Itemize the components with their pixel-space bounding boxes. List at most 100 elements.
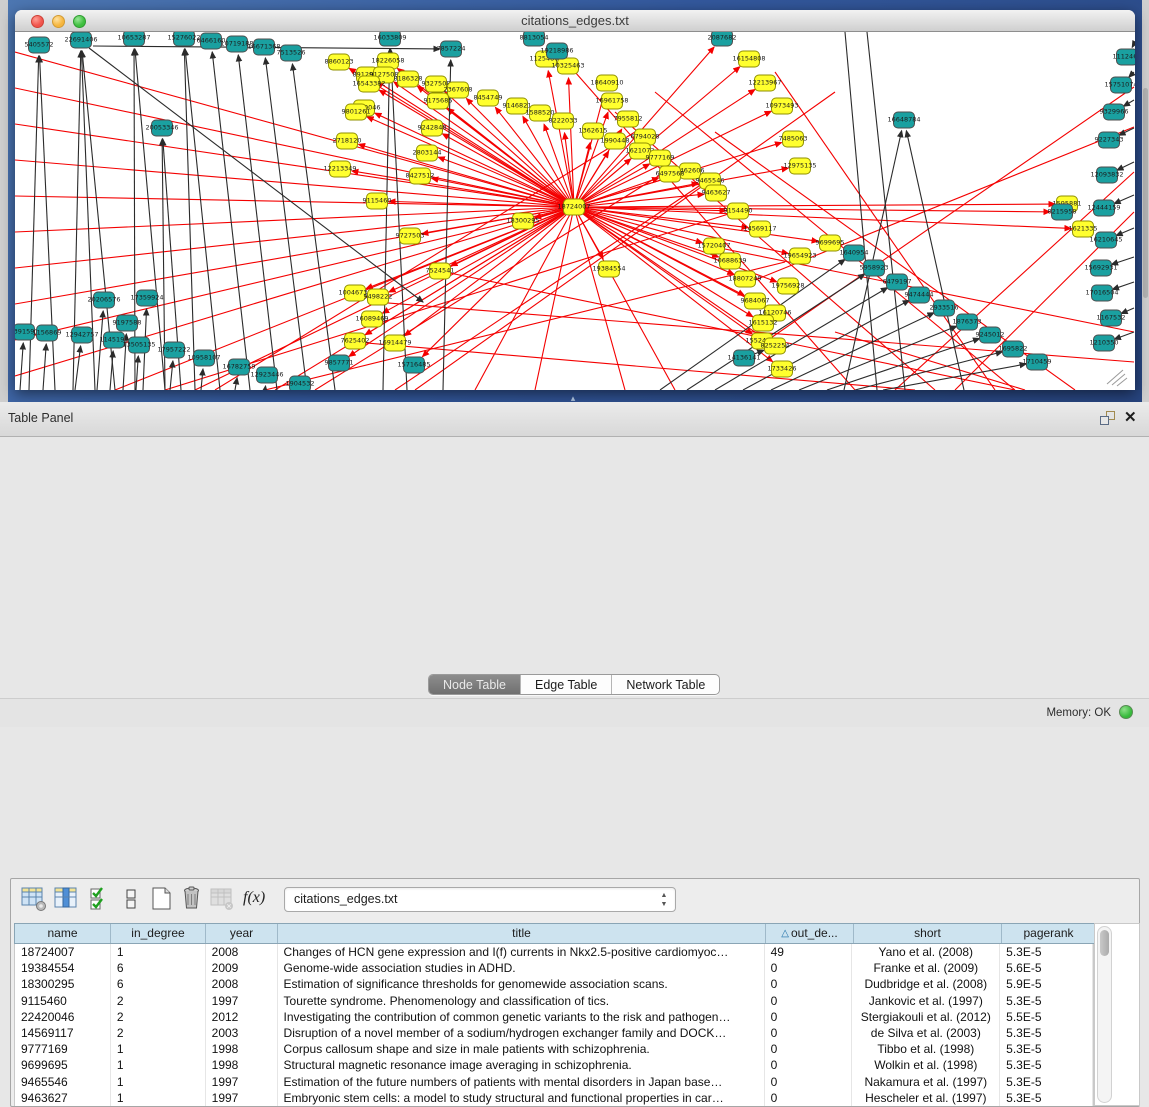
graph-node-9498222[interactable]: 9498222 (364, 289, 393, 305)
graph-node-6497568[interactable]: 6497568 (656, 166, 685, 182)
table-header-row[interactable]: namein_degreeyeartitle△out_de...shortpag… (14, 923, 1096, 944)
table-row[interactable]: 1830029562008Estimation of significance … (15, 976, 1093, 992)
table-row[interactable]: 1456911722003Disruption of a novel membe… (15, 1025, 1093, 1041)
graph-node-12942757[interactable]: 12942757 (65, 327, 98, 343)
scrollbar-thumb[interactable] (1100, 930, 1109, 956)
graph-node-5958923[interactable]: 5958923 (860, 260, 889, 276)
graph-node-9329966[interactable]: 9329966 (1100, 104, 1129, 120)
network-window-titlebar[interactable]: citations_edges.txt (15, 10, 1135, 32)
split-pane-grip[interactable]: ▴ (564, 394, 582, 402)
graph-node-16648784[interactable]: 16648784 (887, 112, 920, 128)
table-row[interactable]: 969969511998Structural magnetic resonanc… (15, 1057, 1093, 1073)
column-header-in-degree[interactable]: in_degree (111, 924, 206, 943)
table-row[interactable]: 2242004622012Investigating the contribut… (15, 1009, 1093, 1025)
graph-node-15716485[interactable]: 15716485 (397, 357, 430, 373)
graph-node-22691406[interactable]: 22691406 (64, 32, 97, 48)
graph-node-9115460[interactable]: 9115460 (363, 193, 392, 209)
tab-network-table[interactable]: Network Table (612, 675, 719, 694)
graph-node-18807249[interactable]: 18807249 (728, 271, 761, 287)
graph-node-1167532[interactable]: 1167532 (1097, 310, 1126, 326)
graph-node-15751074[interactable]: 15751074 (1104, 77, 1135, 93)
graph-node-12975135[interactable]: 12975135 (783, 158, 816, 174)
graph-node-9227343[interactable]: 9227343 (1095, 132, 1124, 148)
right-edge-scrollbar[interactable] (1143, 88, 1148, 298)
close-icon[interactable]: ✕ (1124, 408, 1137, 428)
delete-trash-icon[interactable] (178, 885, 205, 912)
graph-node-1112463[interactable]: 1112463 (1113, 49, 1135, 65)
graph-node-7857224[interactable]: 7857224 (437, 41, 466, 57)
column-header-name[interactable]: name (15, 924, 111, 943)
graph-node-2718120[interactable]: 2718120 (333, 133, 362, 149)
graph-node-17359924[interactable]: 17359924 (130, 290, 163, 306)
graph-node-10958107[interactable]: 10958107 (187, 350, 220, 366)
graph-node-9857771[interactable]: 9857771 (325, 355, 354, 371)
graph-node-9242848[interactable]: 9242848 (418, 120, 447, 136)
graph-node-7485063[interactable]: 7485063 (779, 131, 808, 147)
table-rows[interactable]: 1872400712008Changes of HCN gene express… (14, 944, 1094, 1106)
table-row[interactable]: 946362711997Embryonic stem cells: a mode… (15, 1090, 1093, 1106)
graph-node-14136141[interactable]: 14136141 (727, 350, 760, 366)
table-row[interactable]: 1872400712008Changes of HCN gene express… (15, 944, 1093, 960)
graph-node-12213349[interactable]: 12213349 (323, 161, 356, 177)
table-row[interactable]: 911546021997Tourette syndrome. Phenomeno… (15, 993, 1093, 1009)
graph-node-10688639[interactable]: 10688639 (713, 253, 746, 269)
graph-node-9154490[interactable]: 9154490 (724, 203, 753, 219)
graph-node-16089469[interactable]: 16089469 (355, 311, 388, 327)
graph-node-9777169[interactable]: 9777169 (646, 150, 675, 166)
graph-node-9245012[interactable]: 9245012 (976, 327, 1005, 343)
graph-node-1615132[interactable]: 1615132 (749, 315, 778, 331)
graph-node-16154808[interactable]: 16154808 (732, 51, 765, 67)
graph-node-6479197[interactable]: 6479197 (883, 274, 912, 290)
function-fx-icon[interactable]: f(x) (243, 889, 270, 916)
graph-node-9463627[interactable]: 9463627 (702, 185, 731, 201)
graph-node-8252254[interactable]: 8252254 (761, 338, 790, 354)
graph-node-1695822[interactable]: 1695822 (999, 341, 1028, 357)
table-row[interactable]: 977716911998Corpus callosum shape and si… (15, 1041, 1093, 1057)
graph-node-8860123[interactable]: 8860123 (325, 54, 354, 70)
graph-node-2933516[interactable]: 2933516 (930, 300, 959, 316)
graph-node-1640954[interactable]: 1640954 (840, 245, 869, 261)
table-settings-icon[interactable] (20, 885, 47, 912)
graph-node-7524541[interactable]: 7524541 (426, 263, 455, 279)
graph-node-9801261[interactable]: 9801261 (342, 104, 371, 120)
graph-node-1710459[interactable]: 1710459 (1023, 354, 1052, 370)
graph-node-12213967[interactable]: 12213967 (748, 75, 781, 91)
row-boxes-icon[interactable] (118, 885, 145, 912)
graph-node-8813054[interactable]: 8813054 (520, 32, 549, 46)
column-header-out-de-[interactable]: △out_de... (766, 924, 854, 943)
graph-node-7955812[interactable]: 7955812 (614, 111, 643, 127)
graph-node-1156869[interactable]: 1156869 (33, 325, 62, 341)
graph-node-5405572[interactable]: 5405572 (25, 37, 54, 53)
graph-node-20053346[interactable]: 20053346 (145, 120, 178, 136)
graph-node-9197588[interactable]: 9197588 (113, 315, 142, 331)
graph-node-9175685[interactable]: 9175685 (424, 93, 453, 109)
table-row[interactable]: 1938455462009Genome-wide association stu… (15, 960, 1093, 976)
graph-node-16210645[interactable]: 16210645 (1089, 232, 1122, 248)
graph-node-8222033[interactable]: 8222033 (549, 113, 578, 129)
table-selector-dropdown[interactable]: citations_edges.txt ▲▼ (284, 887, 676, 912)
graph-node-1210350[interactable]: 1210350 (1090, 335, 1119, 351)
graph-node-7513526[interactable]: 7513526 (277, 45, 306, 61)
column-header-title[interactable]: title (278, 924, 766, 943)
graph-node-8215958[interactable]: 8215958 (1048, 204, 1077, 220)
graph-node-7625402[interactable]: 7625402 (341, 333, 370, 349)
network-canvas[interactable]: 1872400788601238912955182260589127508818… (15, 32, 1135, 390)
graph-node-19384554[interactable]: 19384554 (592, 261, 625, 277)
tab-edge-table[interactable]: Edge Table (521, 675, 612, 694)
graph-node-20206576[interactable]: 20206576 (87, 292, 120, 308)
graph-node-8186328[interactable]: 8186328 (394, 71, 423, 87)
delete-table-icon-disabled[interactable] (208, 885, 235, 912)
network-window[interactable]: citations_edges.txt 18724007886012389129… (15, 10, 1135, 390)
column-header-year[interactable]: year (206, 924, 278, 943)
select-all-check-icon[interactable] (86, 885, 113, 912)
float-window-icon[interactable] (1100, 411, 1117, 427)
new-file-icon[interactable] (148, 885, 175, 912)
graph-node-9474444[interactable]: 9474444 (905, 287, 934, 303)
column-header-short[interactable]: short (854, 924, 1002, 943)
graph-node-8454749[interactable]: 8454749 (474, 90, 503, 106)
vertical-scrollbar[interactable] (1097, 926, 1112, 1103)
graph-node-15692931[interactable]: 15692931 (1084, 260, 1117, 276)
graph-node-17016504[interactable]: 17016504 (1085, 285, 1118, 301)
graph-node-1904532[interactable]: 1904532 (286, 376, 315, 390)
graph-node-2087682[interactable]: 2087682 (708, 32, 737, 46)
